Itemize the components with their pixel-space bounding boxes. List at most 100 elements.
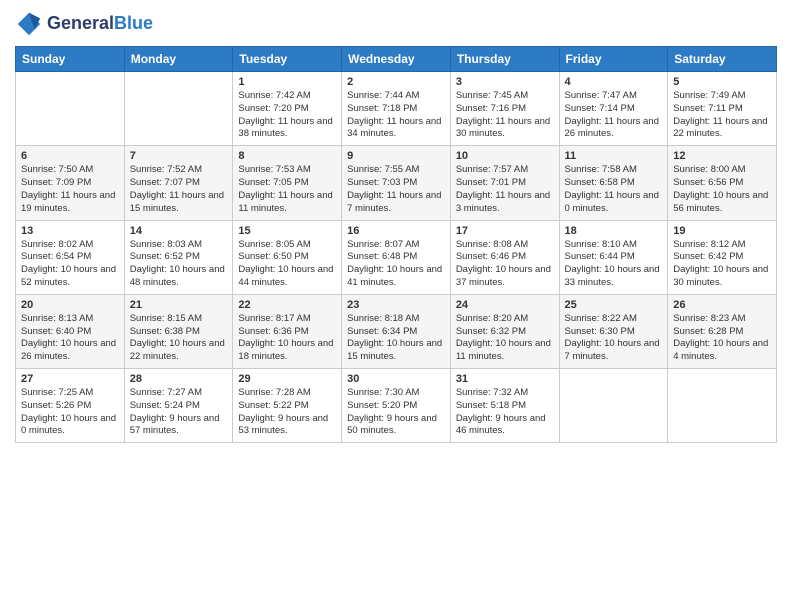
day-number: 4 xyxy=(565,76,663,88)
day-number: 15 xyxy=(238,225,336,237)
day-cell: 2 Sunrise: 7:44 AM Sunset: 7:18 PM Daylig… xyxy=(342,72,451,146)
day-cell: 17 Sunrise: 8:08 AM Sunset: 6:46 PM Dayli… xyxy=(450,220,559,294)
day-cell: 22Sunrise: 8:17 AM Sunset: 6:36 PM Dayli… xyxy=(233,294,342,368)
day-info: Sunrise: 7:27 AM Sunset: 5:24 PM Dayligh… xyxy=(130,387,228,438)
day-cell: 10Sunrise: 7:57 AM Sunset: 7:01 PM Dayli… xyxy=(450,146,559,220)
day-cell: 31 Sunrise: 7:32 AM Sunset: 5:18 PM Dayli… xyxy=(450,369,559,443)
day-number: 13 xyxy=(21,225,119,237)
day-info: Sunrise: 8:03 AM Sunset: 6:52 PM Dayligh… xyxy=(130,239,228,290)
day-number: 23 xyxy=(347,299,445,311)
day-number: 24 xyxy=(456,299,554,311)
day-info: Sunrise: 8:23 AM Sunset: 6:28 PM Dayligh… xyxy=(673,313,771,364)
day-info: Sunrise: 8:10 AM Sunset: 6:44 PM Dayligh… xyxy=(565,239,663,290)
day-info: Sunrise: 7:52 AM Sunset: 7:07 PM Dayligh… xyxy=(130,164,228,215)
day-info: Sunrise: 7:32 AM Sunset: 5:18 PM Dayligh… xyxy=(456,387,554,438)
day-cell: 30 Sunrise: 7:30 AM Sunset: 5:20 PM Dayli… xyxy=(342,369,451,443)
day-number: 16 xyxy=(347,225,445,237)
weekday-header-wednesday: Wednesday xyxy=(342,47,451,72)
day-number: 11 xyxy=(565,150,663,162)
logo-icon xyxy=(15,10,43,38)
day-number: 6 xyxy=(21,150,119,162)
calendar: SundayMondayTuesdayWednesdayThursdayFrid… xyxy=(15,46,777,443)
day-number: 3 xyxy=(456,76,554,88)
day-number: 14 xyxy=(130,225,228,237)
day-cell: 7Sunrise: 7:52 AM Sunset: 7:07 PM Daylig… xyxy=(124,146,233,220)
day-info: Sunrise: 8:02 AM Sunset: 6:54 PM Dayligh… xyxy=(21,239,119,290)
day-number: 1 xyxy=(238,76,336,88)
day-number: 8 xyxy=(238,150,336,162)
day-cell: 25 Sunrise: 8:22 AM Sunset: 6:30 PM Dayli… xyxy=(559,294,668,368)
day-info: Sunrise: 8:07 AM Sunset: 6:48 PM Dayligh… xyxy=(347,239,445,290)
day-info: Sunrise: 8:18 AM Sunset: 6:34 PM Dayligh… xyxy=(347,313,445,364)
day-cell xyxy=(16,72,125,146)
week-row-4: 27Sunrise: 7:25 AM Sunset: 5:26 PM Dayli… xyxy=(16,369,777,443)
week-row-0: 1 Sunrise: 7:42 AM Sunset: 7:20 PM Daylig… xyxy=(16,72,777,146)
weekday-header-thursday: Thursday xyxy=(450,47,559,72)
day-cell: 6 Sunrise: 7:50 AM Sunset: 7:09 PM Daylig… xyxy=(16,146,125,220)
day-cell: 4Sunrise: 7:47 AM Sunset: 7:14 PM Daylig… xyxy=(559,72,668,146)
day-info: Sunrise: 8:00 AM Sunset: 6:56 PM Dayligh… xyxy=(673,164,771,215)
day-number: 5 xyxy=(673,76,771,88)
day-number: 27 xyxy=(21,373,119,385)
day-cell: 11 Sunrise: 7:58 AM Sunset: 6:58 PM Dayli… xyxy=(559,146,668,220)
day-cell xyxy=(668,369,777,443)
day-info: Sunrise: 7:49 AM Sunset: 7:11 PM Dayligh… xyxy=(673,90,771,141)
weekday-header-row: SundayMondayTuesdayWednesdayThursdayFrid… xyxy=(16,47,777,72)
day-cell: 16 Sunrise: 8:07 AM Sunset: 6:48 PM Dayli… xyxy=(342,220,451,294)
day-number: 25 xyxy=(565,299,663,311)
day-info: Sunrise: 8:12 AM Sunset: 6:42 PM Dayligh… xyxy=(673,239,771,290)
day-cell: 28 Sunrise: 7:27 AM Sunset: 5:24 PM Dayli… xyxy=(124,369,233,443)
day-info: Sunrise: 8:05 AM Sunset: 6:50 PM Dayligh… xyxy=(238,239,336,290)
day-number: 2 xyxy=(347,76,445,88)
day-number: 17 xyxy=(456,225,554,237)
day-info: Sunrise: 7:44 AM Sunset: 7:18 PM Dayligh… xyxy=(347,90,445,141)
day-number: 19 xyxy=(673,225,771,237)
day-cell: 29Sunrise: 7:28 AM Sunset: 5:22 PM Dayli… xyxy=(233,369,342,443)
day-number: 18 xyxy=(565,225,663,237)
weekday-header-tuesday: Tuesday xyxy=(233,47,342,72)
day-info: Sunrise: 8:20 AM Sunset: 6:32 PM Dayligh… xyxy=(456,313,554,364)
day-number: 30 xyxy=(347,373,445,385)
day-info: Sunrise: 8:08 AM Sunset: 6:46 PM Dayligh… xyxy=(456,239,554,290)
day-cell: 1 Sunrise: 7:42 AM Sunset: 7:20 PM Daylig… xyxy=(233,72,342,146)
header: GeneralBlue xyxy=(15,10,777,38)
day-info: Sunrise: 8:15 AM Sunset: 6:38 PM Dayligh… xyxy=(130,313,228,364)
day-number: 28 xyxy=(130,373,228,385)
day-cell: 5 Sunrise: 7:49 AM Sunset: 7:11 PM Daylig… xyxy=(668,72,777,146)
day-cell: 14 Sunrise: 8:03 AM Sunset: 6:52 PM Dayli… xyxy=(124,220,233,294)
day-cell xyxy=(124,72,233,146)
day-info: Sunrise: 8:13 AM Sunset: 6:40 PM Dayligh… xyxy=(21,313,119,364)
day-info: Sunrise: 7:45 AM Sunset: 7:16 PM Dayligh… xyxy=(456,90,554,141)
day-info: Sunrise: 8:22 AM Sunset: 6:30 PM Dayligh… xyxy=(565,313,663,364)
day-cell: 13 Sunrise: 8:02 AM Sunset: 6:54 PM Dayli… xyxy=(16,220,125,294)
day-cell xyxy=(559,369,668,443)
day-cell: 20 Sunrise: 8:13 AM Sunset: 6:40 PM Dayli… xyxy=(16,294,125,368)
weekday-header-monday: Monday xyxy=(124,47,233,72)
page: GeneralBlue SundayMondayTuesdayWednesday… xyxy=(0,0,792,612)
week-row-3: 20 Sunrise: 8:13 AM Sunset: 6:40 PM Dayli… xyxy=(16,294,777,368)
weekday-header-friday: Friday xyxy=(559,47,668,72)
day-info: Sunrise: 7:50 AM Sunset: 7:09 PM Dayligh… xyxy=(21,164,119,215)
day-cell: 9Sunrise: 7:55 AM Sunset: 7:03 PM Daylig… xyxy=(342,146,451,220)
day-cell: 15 Sunrise: 8:05 AM Sunset: 6:50 PM Dayli… xyxy=(233,220,342,294)
day-number: 10 xyxy=(456,150,554,162)
day-info: Sunrise: 7:30 AM Sunset: 5:20 PM Dayligh… xyxy=(347,387,445,438)
day-info: Sunrise: 7:42 AM Sunset: 7:20 PM Dayligh… xyxy=(238,90,336,141)
week-row-1: 6 Sunrise: 7:50 AM Sunset: 7:09 PM Daylig… xyxy=(16,146,777,220)
day-info: Sunrise: 7:53 AM Sunset: 7:05 PM Dayligh… xyxy=(238,164,336,215)
day-cell: 12 Sunrise: 8:00 AM Sunset: 6:56 PM Dayli… xyxy=(668,146,777,220)
logo: GeneralBlue xyxy=(15,10,153,38)
day-number: 31 xyxy=(456,373,554,385)
day-cell: 18 Sunrise: 8:10 AM Sunset: 6:44 PM Dayli… xyxy=(559,220,668,294)
week-row-2: 13 Sunrise: 8:02 AM Sunset: 6:54 PM Dayli… xyxy=(16,220,777,294)
day-info: Sunrise: 8:17 AM Sunset: 6:36 PM Dayligh… xyxy=(238,313,336,364)
day-number: 20 xyxy=(21,299,119,311)
day-cell: 26Sunrise: 8:23 AM Sunset: 6:28 PM Dayli… xyxy=(668,294,777,368)
day-cell: 23 Sunrise: 8:18 AM Sunset: 6:34 PM Dayli… xyxy=(342,294,451,368)
day-info: Sunrise: 7:58 AM Sunset: 6:58 PM Dayligh… xyxy=(565,164,663,215)
day-cell: 27Sunrise: 7:25 AM Sunset: 5:26 PM Dayli… xyxy=(16,369,125,443)
day-number: 21 xyxy=(130,299,228,311)
logo-text: GeneralBlue xyxy=(47,14,153,34)
weekday-header-saturday: Saturday xyxy=(668,47,777,72)
day-number: 12 xyxy=(673,150,771,162)
